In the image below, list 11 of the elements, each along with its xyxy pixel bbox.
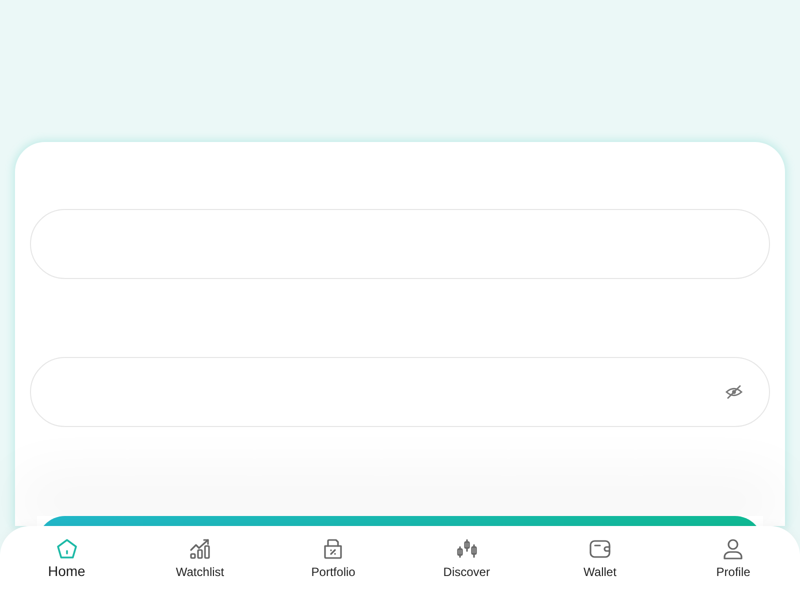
wallet-icon — [588, 537, 612, 561]
person-icon — [721, 537, 746, 561]
nav-tab[interactable]: Portfolio — [266, 526, 400, 600]
chart-icon — [188, 537, 212, 561]
nav-tab[interactable]: Discover — [400, 526, 534, 600]
nav-tab[interactable]: Profile — [666, 526, 800, 600]
home-icon — [54, 537, 79, 561]
nav-tab[interactable]: Watchlist — [133, 526, 267, 600]
eye-slash-icon[interactable] — [725, 385, 743, 399]
nav-tab[interactable]: Wallet — [533, 526, 667, 600]
nav-tab[interactable]: Home — [0, 526, 134, 600]
